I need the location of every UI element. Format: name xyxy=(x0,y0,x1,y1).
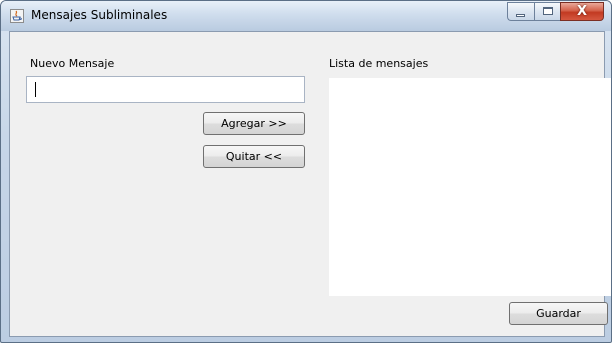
java-app-icon xyxy=(10,9,24,23)
close-button[interactable]: X xyxy=(560,2,604,21)
minimize-button[interactable] xyxy=(507,2,534,21)
message-list-label: Lista de mensajes xyxy=(329,57,429,70)
new-message-label: Nuevo Mensaje xyxy=(30,57,115,70)
maximize-button[interactable] xyxy=(534,2,560,21)
message-list[interactable] xyxy=(329,78,611,296)
text-caret xyxy=(35,82,36,97)
remove-button[interactable]: Quitar << xyxy=(203,145,305,168)
content-panel: Nuevo Mensaje Agregar >> Quitar << Lista… xyxy=(9,31,611,337)
window-controls: X xyxy=(507,2,604,22)
add-button[interactable]: Agregar >> xyxy=(203,112,305,135)
close-icon: X xyxy=(576,4,588,19)
window-title: Mensajes Subliminales xyxy=(31,8,168,22)
title-bar[interactable]: Mensajes Subliminales X xyxy=(1,1,611,31)
app-window: Mensajes Subliminales X Nuevo Mensaje Ag… xyxy=(0,0,612,343)
save-button[interactable]: Guardar xyxy=(509,302,608,325)
new-message-input[interactable] xyxy=(26,76,305,103)
